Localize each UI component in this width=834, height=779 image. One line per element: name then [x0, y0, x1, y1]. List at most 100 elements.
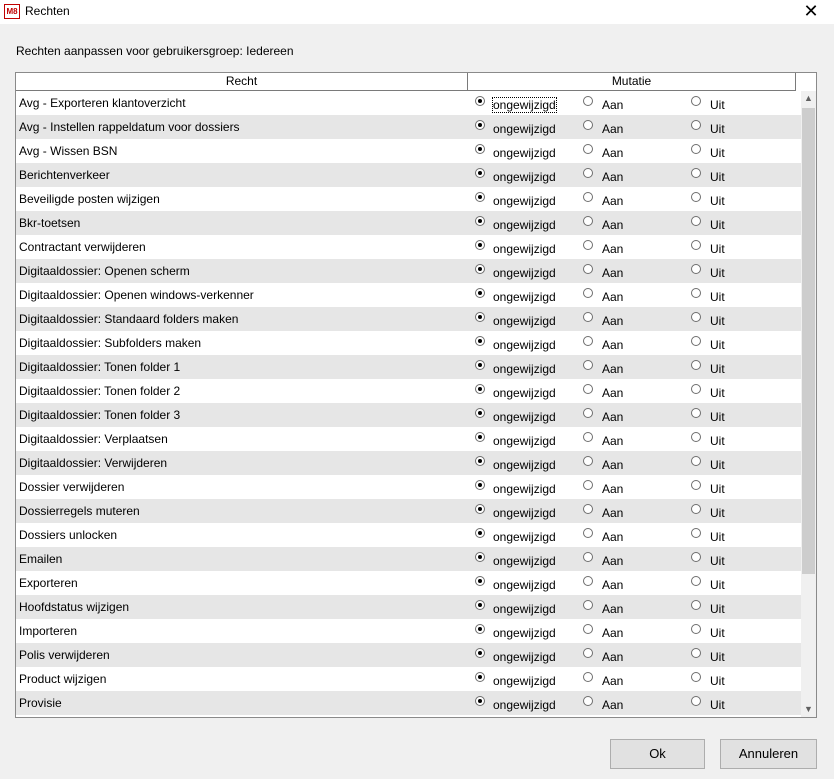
option-label-off[interactable]: Uit: [710, 314, 725, 328]
option-label-off[interactable]: Uit: [710, 362, 725, 376]
radio-unchanged[interactable]: [475, 504, 485, 514]
radio-unchanged[interactable]: [475, 384, 485, 394]
option-label-unchanged[interactable]: ongewijzigd: [493, 530, 556, 544]
radio-on[interactable]: [583, 552, 593, 562]
option-label-on[interactable]: Aan: [602, 314, 623, 328]
scrollbar-thumb[interactable]: [802, 108, 815, 574]
radio-unchanged[interactable]: [475, 480, 485, 490]
option-label-on[interactable]: Aan: [602, 194, 623, 208]
option-label-off[interactable]: Uit: [710, 194, 725, 208]
option-label-off[interactable]: Uit: [710, 98, 725, 112]
radio-unchanged[interactable]: [475, 528, 485, 538]
radio-on[interactable]: [583, 480, 593, 490]
radio-unchanged[interactable]: [475, 144, 485, 154]
option-label-off[interactable]: Uit: [710, 266, 725, 280]
option-label-unchanged[interactable]: ongewijzigd: [493, 338, 556, 352]
radio-on[interactable]: [583, 672, 593, 682]
radio-off[interactable]: [691, 240, 701, 250]
option-label-on[interactable]: Aan: [602, 482, 623, 496]
radio-off[interactable]: [691, 672, 701, 682]
option-label-unchanged[interactable]: ongewijzigd: [493, 578, 556, 592]
radio-off[interactable]: [691, 456, 701, 466]
option-label-unchanged[interactable]: ongewijzigd: [493, 170, 556, 184]
radio-on[interactable]: [583, 576, 593, 586]
ok-button[interactable]: Ok: [610, 739, 705, 769]
radio-unchanged[interactable]: [475, 600, 485, 610]
option-label-on[interactable]: Aan: [602, 290, 623, 304]
radio-off[interactable]: [691, 168, 701, 178]
cancel-button[interactable]: Annuleren: [720, 739, 817, 769]
option-label-unchanged[interactable]: ongewijzigd: [493, 362, 556, 376]
option-label-on[interactable]: Aan: [602, 266, 623, 280]
radio-unchanged[interactable]: [475, 672, 485, 682]
option-label-unchanged[interactable]: ongewijzigd: [493, 122, 556, 136]
option-label-off[interactable]: Uit: [710, 578, 725, 592]
radio-on[interactable]: [583, 504, 593, 514]
option-label-off[interactable]: Uit: [710, 674, 725, 688]
option-label-unchanged[interactable]: ongewijzigd: [493, 434, 556, 448]
option-label-on[interactable]: Aan: [602, 578, 623, 592]
option-label-off[interactable]: Uit: [710, 242, 725, 256]
radio-on[interactable]: [583, 360, 593, 370]
radio-on[interactable]: [583, 192, 593, 202]
option-label-on[interactable]: Aan: [602, 626, 623, 640]
radio-on[interactable]: [583, 336, 593, 346]
radio-off[interactable]: [691, 216, 701, 226]
radio-unchanged[interactable]: [475, 240, 485, 250]
option-label-off[interactable]: Uit: [710, 290, 725, 304]
radio-on[interactable]: [583, 216, 593, 226]
option-label-unchanged[interactable]: ongewijzigd: [493, 194, 556, 208]
radio-off[interactable]: [691, 432, 701, 442]
radio-on[interactable]: [583, 648, 593, 658]
option-label-on[interactable]: Aan: [602, 122, 623, 136]
option-label-off[interactable]: Uit: [710, 458, 725, 472]
option-label-unchanged[interactable]: ongewijzigd: [493, 290, 556, 304]
radio-unchanged[interactable]: [475, 552, 485, 562]
radio-off[interactable]: [691, 144, 701, 154]
option-label-off[interactable]: Uit: [710, 650, 725, 664]
radio-off[interactable]: [691, 648, 701, 658]
option-label-unchanged[interactable]: ongewijzigd: [493, 266, 556, 280]
option-label-on[interactable]: Aan: [602, 98, 623, 112]
radio-off[interactable]: [691, 696, 701, 706]
vertical-scrollbar[interactable]: ▲ ▼: [801, 91, 816, 717]
option-label-on[interactable]: Aan: [602, 386, 623, 400]
radio-unchanged[interactable]: [475, 696, 485, 706]
radio-unchanged[interactable]: [475, 216, 485, 226]
scroll-down-icon[interactable]: ▼: [801, 702, 816, 717]
radio-unchanged[interactable]: [475, 120, 485, 130]
option-label-on[interactable]: Aan: [602, 362, 623, 376]
radio-unchanged[interactable]: [475, 96, 485, 106]
radio-on[interactable]: [583, 384, 593, 394]
option-label-off[interactable]: Uit: [710, 410, 725, 424]
radio-on[interactable]: [583, 264, 593, 274]
radio-on[interactable]: [583, 600, 593, 610]
option-label-unchanged[interactable]: ongewijzigd: [493, 602, 556, 616]
option-label-unchanged[interactable]: ongewijzigd: [493, 698, 556, 712]
option-label-unchanged[interactable]: ongewijzigd: [493, 650, 556, 664]
option-label-off[interactable]: Uit: [710, 506, 725, 520]
radio-on[interactable]: [583, 144, 593, 154]
option-label-on[interactable]: Aan: [602, 242, 623, 256]
option-label-off[interactable]: Uit: [710, 554, 725, 568]
option-label-off[interactable]: Uit: [710, 698, 725, 712]
option-label-off[interactable]: Uit: [710, 122, 725, 136]
option-label-off[interactable]: Uit: [710, 602, 725, 616]
option-label-on[interactable]: Aan: [602, 458, 623, 472]
radio-unchanged[interactable]: [475, 192, 485, 202]
radio-on[interactable]: [583, 288, 593, 298]
option-label-off[interactable]: Uit: [710, 626, 725, 640]
radio-off[interactable]: [691, 264, 701, 274]
radio-on[interactable]: [583, 408, 593, 418]
radio-unchanged[interactable]: [475, 288, 485, 298]
option-label-on[interactable]: Aan: [602, 506, 623, 520]
option-label-on[interactable]: Aan: [602, 530, 623, 544]
radio-unchanged[interactable]: [475, 408, 485, 418]
radio-unchanged[interactable]: [475, 624, 485, 634]
radio-off[interactable]: [691, 552, 701, 562]
radio-on[interactable]: [583, 432, 593, 442]
radio-on[interactable]: [583, 312, 593, 322]
radio-unchanged[interactable]: [475, 432, 485, 442]
radio-unchanged[interactable]: [475, 312, 485, 322]
option-label-unchanged[interactable]: ongewijzigd: [493, 386, 556, 400]
